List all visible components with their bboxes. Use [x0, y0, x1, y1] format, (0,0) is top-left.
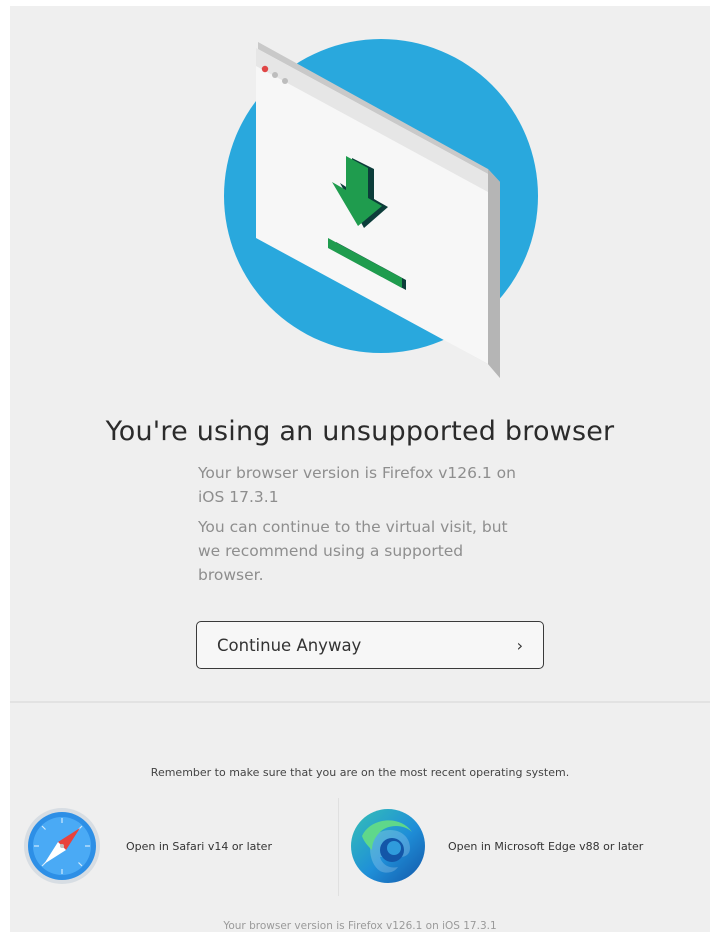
continue-recommendation-message: You can continue to the virtual visit, b… — [198, 518, 508, 584]
continue-anyway-label: Continue Anyway — [217, 635, 362, 655]
edge-icon — [351, 809, 425, 883]
window-dot-gray-1 — [272, 72, 278, 78]
safari-icon — [24, 808, 100, 884]
footer-browser-version: Your browser version is Firefox v126.1 o… — [223, 920, 497, 932]
edge-label: Open in Microsoft Edge v88 or later — [448, 839, 644, 853]
open-in-edge-link[interactable]: Open in Microsoft Edge v88 or later — [348, 801, 710, 891]
unsupported-browser-page: You're using an unsupported browser Your… — [10, 6, 710, 932]
chevron-right-icon: › — [516, 635, 523, 655]
safari-label: Open in Safari v14 or later — [126, 839, 272, 853]
browser-options-separator — [338, 798, 339, 896]
page-title: You're using an unsupported browser — [105, 416, 615, 447]
hero-illustration — [10, 6, 710, 401]
section-divider — [10, 701, 710, 703]
open-in-safari-link[interactable]: Open in Safari v14 or later — [22, 801, 330, 891]
window-dot-gray-2 — [282, 78, 288, 84]
os-update-reminder: Remember to make sure that you are on th… — [150, 766, 570, 779]
browser-version-message: Your browser version is Firefox v126.1 o… — [198, 464, 516, 506]
continue-anyway-button[interactable]: Continue Anyway › — [196, 621, 544, 669]
window-side-edge — [488, 169, 500, 378]
window-dot-red — [261, 65, 269, 73]
